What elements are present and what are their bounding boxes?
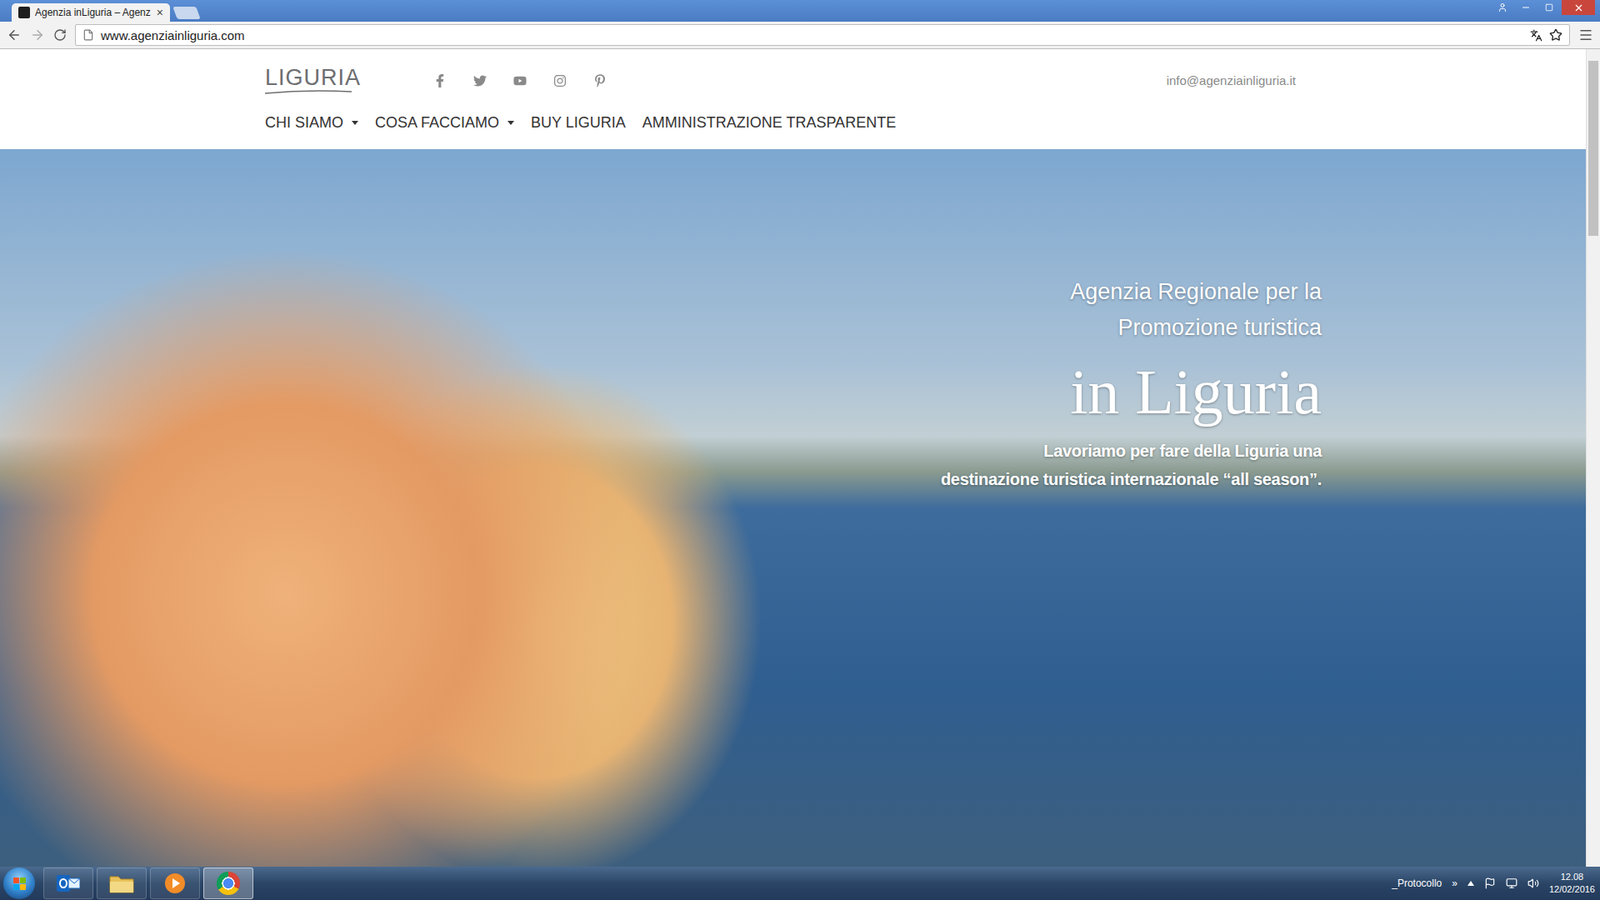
show-hidden-icon[interactable] — [1467, 880, 1475, 886]
toolbar-label[interactable]: _Protocollo — [1391, 877, 1442, 890]
tab-close[interactable]: × — [156, 5, 164, 20]
youtube-icon[interactable] — [513, 74, 527, 88]
dropdown-caret-icon — [351, 120, 359, 125]
network-icon[interactable] — [1505, 877, 1518, 890]
clock[interactable]: 12.0812/02/2016 — [1549, 870, 1595, 896]
hero-kicker: Promozione turistica — [1117, 310, 1322, 346]
scrollbar[interactable] — [1585, 49, 1600, 867]
folder-icon — [109, 873, 135, 894]
logo-swoosh-icon — [265, 89, 352, 95]
page-icon — [82, 29, 95, 41]
media-player-icon — [163, 871, 187, 895]
chrome-icon — [216, 871, 240, 895]
hero-kicker: Agenzia Regionale per la — [1070, 274, 1322, 310]
scroll-thumb[interactable] — [1588, 60, 1599, 236]
browser-tab[interactable]: Agenzia inLiguria – Agenz × — [11, 3, 170, 22]
header-top: LIGURIA info@agenziainliguria.it — [265, 66, 1296, 95]
outlook-icon — [56, 872, 80, 895]
instagram-icon[interactable] — [553, 74, 567, 88]
hero-title: in Liguria — [1070, 350, 1322, 434]
social-links — [433, 74, 607, 88]
bookmark-star-icon[interactable] — [1549, 28, 1563, 42]
taskbar-app[interactable] — [96, 867, 147, 900]
taskbar: _Protocollo » 12.0812/02/2016 — [0, 866, 1600, 900]
translate-icon[interactable] — [1530, 29, 1543, 42]
minimize-icon[interactable] — [1515, 0, 1537, 15]
contact-email[interactable]: info@agenziainliguria.it — [1166, 73, 1296, 88]
system-tray: _Protocollo » 12.0812/02/2016 — [1391, 870, 1595, 896]
title-bar: Agenzia inLiguria – Agenz × — [0, 0, 1600, 22]
forward-icon[interactable] — [30, 27, 45, 43]
back-icon[interactable] — [6, 27, 22, 43]
nav-item[interactable]: COSA FACCIAMO — [375, 114, 515, 132]
screen: Agenzia inLiguria – Agenz × www.agenziainl… — [0, 0, 1600, 900]
toolbar-overflow[interactable]: » — [1451, 877, 1458, 890]
viewport: LIGURIA info@agenziainliguria.it CHI SIAMO… — [0, 49, 1600, 867]
web-page: LIGURIA info@agenziainliguria.it CHI SIAMO… — [0, 49, 1586, 867]
nav-item[interactable]: BUY LIGURIA — [530, 114, 626, 132]
browser-toolbar: www.agenziainliguria.com — [0, 21, 1600, 50]
user-icon[interactable] — [1491, 0, 1514, 15]
nav-item[interactable]: AMMINISTRAZIONE TRASPARENTE — [642, 114, 896, 132]
twitter-icon[interactable] — [473, 74, 487, 88]
main-nav: CHI SIAMO COSA FACCIAMO BUY LIGURIA AMMINIS… — [265, 114, 1296, 132]
nav-item[interactable]: CHI SIAMO — [265, 114, 359, 132]
close-icon[interactable] — [1561, 0, 1595, 15]
facebook-icon[interactable] — [433, 74, 447, 88]
site-header: LIGURIA info@agenziainliguria.it CHI SIAMO… — [0, 49, 1586, 150]
reload-icon[interactable] — [53, 28, 67, 42]
start-button[interactable] — [3, 867, 35, 900]
address-bar[interactable]: www.agenziainliguria.com — [75, 24, 1570, 46]
dropdown-caret-icon — [507, 120, 515, 125]
restore-icon[interactable] — [1538, 0, 1560, 15]
taskbar-app[interactable] — [150, 867, 200, 900]
favicon-icon — [18, 6, 30, 19]
action-center-icon[interactable] — [1484, 877, 1496, 890]
taskbar-app[interactable] — [43, 867, 94, 900]
menu-icon[interactable] — [1578, 27, 1594, 43]
tab-label: Agenzia inLiguria – Agenz — [35, 6, 152, 19]
hero-tagline: Lavoriamo per fare della Liguria una — [1043, 436, 1322, 465]
volume-icon[interactable] — [1527, 877, 1540, 890]
address-text: www.agenziainliguria.com — [100, 28, 245, 43]
taskbar-app[interactable] — [203, 867, 254, 900]
window-controls — [1491, 0, 1595, 15]
hero-tagline: destinazione turistica internazionale “a… — [940, 465, 1322, 494]
pinterest-icon[interactable] — [593, 74, 607, 88]
new-tab-button[interactable] — [172, 6, 200, 20]
site-logo[interactable]: LIGURIA — [265, 66, 374, 95]
hero-banner: Agenzia Regionale per laPromozione turis… — [0, 149, 1586, 867]
